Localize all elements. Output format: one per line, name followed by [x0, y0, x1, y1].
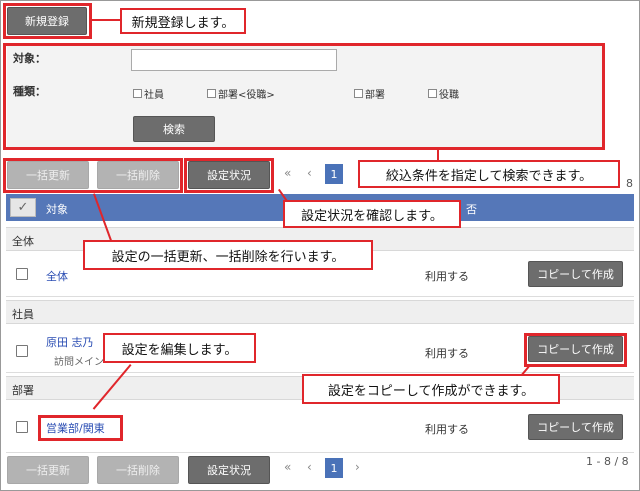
prev-page-icon[interactable]: ‹ — [307, 166, 312, 180]
row-checkbox[interactable] — [16, 268, 28, 280]
row-usage: 利用する — [425, 347, 469, 360]
highlight-search-panel — [3, 43, 605, 150]
callout-copy: 設定をコピーして作成ができます。 — [302, 374, 560, 404]
first-page-icon-bottom[interactable]: « — [284, 460, 291, 474]
callout-status: 設定状況を確認します。 — [283, 200, 461, 228]
row-checkbox[interactable] — [16, 345, 28, 357]
highlight-copy-button — [524, 333, 627, 367]
select-all-checkbox[interactable]: ✓ — [10, 198, 36, 217]
first-page-icon[interactable]: « — [284, 166, 291, 180]
group-label: 社員 — [12, 308, 34, 321]
header-target: 対象 — [46, 203, 68, 216]
connector-new — [92, 19, 120, 21]
page-count-tail: 8 — [626, 177, 633, 190]
bulk-delete-button-bottom[interactable]: 一括削除 — [97, 456, 179, 484]
row-usage: 利用する — [425, 270, 469, 283]
callout-bulk: 設定の一括更新、一括削除を行います。 — [83, 240, 373, 270]
next-page-icon-bottom[interactable]: › — [355, 460, 360, 474]
page-range: 1 - 8 / 8 — [586, 455, 629, 468]
connector-filter — [437, 150, 439, 160]
settings-status-button-bottom[interactable]: 設定状況 — [188, 456, 270, 484]
copy-create-button[interactable]: コピーして作成 — [528, 261, 623, 287]
callout-edit: 設定を編集します。 — [103, 333, 256, 363]
callout-new: 新規登録します。 — [120, 8, 246, 34]
page-number-current-bottom[interactable]: 1 — [325, 458, 343, 478]
row-target-sub: 訪問メイン — [54, 357, 104, 368]
row-checkbox[interactable] — [16, 421, 28, 433]
row-usage: 利用する — [425, 423, 469, 436]
bulk-update-button-bottom[interactable]: 一括更新 — [7, 456, 89, 484]
row-target-link[interactable]: 原田 志乃 — [46, 334, 94, 350]
highlight-bulk-buttons — [3, 158, 183, 193]
callout-filter: 絞込条件を指定して検索できます。 — [358, 160, 620, 188]
group-label: 部署 — [12, 384, 34, 397]
group-label: 全体 — [12, 235, 34, 248]
row-target-link[interactable]: 全体 — [46, 268, 68, 284]
copy-create-button[interactable]: コピーして作成 — [528, 414, 623, 440]
group-row-employee: 社員 — [6, 300, 634, 324]
prev-page-icon-bottom[interactable]: ‹ — [307, 460, 312, 474]
header-usage: 否 — [466, 203, 477, 216]
highlight-edit-link — [38, 415, 123, 441]
page-number-current[interactable]: 1 — [325, 164, 343, 184]
highlight-status-button — [184, 158, 274, 193]
highlight-new-button — [3, 3, 92, 39]
